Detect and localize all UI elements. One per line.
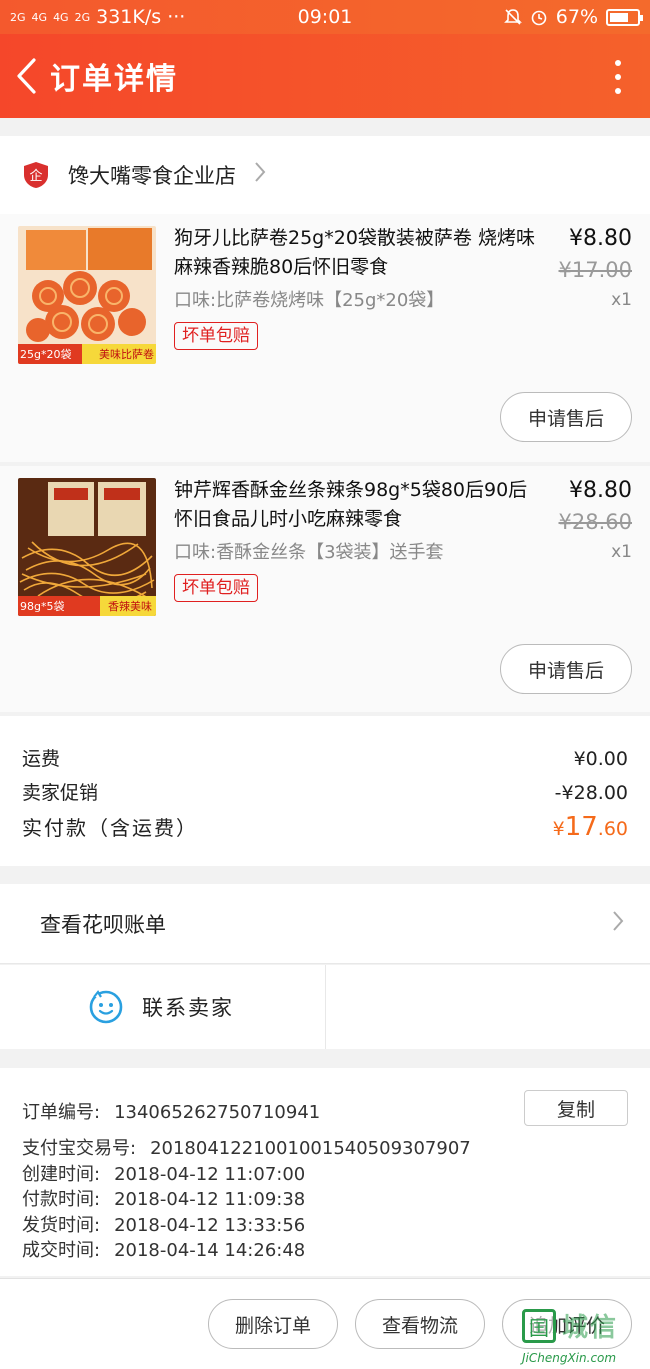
image-caption: 美味比萨卷 bbox=[99, 348, 154, 361]
promo-row: 卖家促销 -¥28.00 bbox=[22, 778, 628, 805]
guarantee-badge: 坏单包赔 bbox=[174, 574, 258, 602]
battery-icon bbox=[606, 8, 643, 26]
paid-time-row: 付款时间: 2018-04-12 11:09:38 bbox=[22, 1185, 305, 1211]
more-dot-icon bbox=[615, 60, 621, 66]
order-number-row: 订单编号: 134065262750710941 bbox=[22, 1098, 320, 1124]
total-integer: 17 bbox=[564, 812, 598, 842]
closed-time: 2018-04-14 14:26:48 bbox=[114, 1240, 306, 1261]
image-caption: 98g*5袋 bbox=[20, 600, 65, 613]
shipped-time: 2018-04-12 13:33:56 bbox=[114, 1215, 306, 1236]
chevron-right-icon bbox=[254, 161, 266, 189]
item-quantity: x1 bbox=[611, 542, 632, 562]
signal-indicator-2: 4G bbox=[31, 10, 48, 24]
signal-indicator-3: 4G bbox=[53, 10, 69, 24]
product-variant: 口味:香酥金丝条【3袋装】送手套 bbox=[174, 542, 444, 563]
total-currency: ¥ bbox=[552, 818, 565, 840]
image-caption: 香辣美味 bbox=[108, 600, 152, 613]
created-time-label: 创建时间: bbox=[22, 1164, 101, 1185]
svg-text:企: 企 bbox=[29, 168, 42, 184]
more-menu-button[interactable] bbox=[608, 60, 628, 94]
closed-time-label: 成交时间: bbox=[22, 1240, 101, 1261]
contact-seller-label: 联系卖家 bbox=[142, 996, 234, 1020]
alipay-trade-number: 2018041221001001540509307907 bbox=[150, 1138, 471, 1159]
created-time-row: 创建时间: 2018-04-12 11:07:00 bbox=[22, 1160, 305, 1186]
more-dot-icon bbox=[615, 88, 621, 94]
signal-indicator-1: 2G bbox=[10, 10, 26, 24]
net-speed: 331K/s ··· bbox=[96, 6, 186, 28]
contact-bar: 联系卖家 bbox=[0, 965, 650, 1049]
order-number: 134065262750710941 bbox=[114, 1102, 321, 1123]
after-sale-button[interactable]: 申请售后 bbox=[500, 392, 632, 442]
copy-button[interactable]: 复制 bbox=[524, 1090, 628, 1126]
mute-bell-icon bbox=[503, 9, 522, 25]
promo-label: 卖家促销 bbox=[22, 782, 99, 804]
closed-time-row: 成交时间: 2018-04-14 14:26:48 bbox=[22, 1236, 305, 1262]
product-title[interactable]: 钟芹辉香酥金丝条辣条98g*5袋80后90后怀旧食品儿时小吃麻辣零食 bbox=[174, 476, 536, 534]
contact-seller-button[interactable]: 联系卖家 bbox=[0, 965, 326, 1049]
total-row: 实付款（含运费） ¥17.60 bbox=[22, 812, 628, 842]
item-original-price: ¥28.60 bbox=[558, 510, 632, 534]
nav-bar: 订单详情 bbox=[0, 34, 650, 118]
total-label: 实付款（含运费） bbox=[22, 816, 198, 840]
order-item[interactable]: 25g*20袋 美味比萨卷 狗牙儿比萨卷25g*20袋散装被萨卷 烧烤味麻辣香辣… bbox=[0, 214, 650, 462]
product-variant: 口味:比萨卷烧烤味【25g*20袋】 bbox=[174, 290, 445, 311]
signal-indicator-4: 2G bbox=[74, 10, 91, 24]
item-price: ¥8.80 bbox=[569, 478, 632, 503]
back-button[interactable] bbox=[2, 34, 50, 118]
status-bar: 2G 4G 4G 2G 331K/s ··· 09:01 67% bbox=[0, 0, 650, 34]
total-value: ¥17.60 bbox=[553, 812, 628, 842]
alipay-trade-row: 支付宝交易号: 2018041221001001540509307907 bbox=[22, 1134, 471, 1160]
huabei-bill-row[interactable]: 查看花呗账单 bbox=[0, 884, 650, 964]
total-decimal: .60 bbox=[597, 818, 628, 840]
huabei-label: 查看花呗账单 bbox=[40, 912, 166, 937]
watermark-logo: 囯 城信 JiChengXin.com bbox=[518, 1305, 646, 1367]
shipping-value: ¥0.00 bbox=[573, 748, 628, 770]
paid-time: 2018-04-12 11:09:38 bbox=[114, 1189, 306, 1210]
chevron-left-icon bbox=[17, 58, 36, 94]
order-item[interactable]: 98g*5袋 香辣美味 钟芹辉香酥金丝条辣条98g*5袋80后90后怀旧食品儿时… bbox=[0, 466, 650, 712]
promo-value: -¥28.00 bbox=[554, 782, 628, 804]
after-sale-button[interactable]: 申请售后 bbox=[500, 644, 632, 694]
order-number-label: 订单编号: bbox=[22, 1102, 101, 1123]
shipping-row: 运费 ¥0.00 bbox=[22, 744, 628, 771]
shipped-time-label: 发货时间: bbox=[22, 1215, 101, 1236]
watermark-mark-icon: 囯 bbox=[522, 1309, 556, 1343]
product-title[interactable]: 狗牙儿比萨卷25g*20袋散装被萨卷 烧烤味麻辣香辣脆80后怀旧零食 bbox=[174, 224, 536, 282]
item-price: ¥8.80 bbox=[569, 226, 632, 251]
shipping-label: 运费 bbox=[22, 748, 61, 770]
item-quantity: x1 bbox=[611, 290, 632, 310]
status-left: 2G 4G 4G 2G 331K/s ··· bbox=[10, 6, 504, 28]
more-dot-icon bbox=[615, 74, 621, 80]
image-caption: 25g*20袋 bbox=[20, 348, 72, 361]
paid-time-label: 付款时间: bbox=[22, 1189, 101, 1210]
enterprise-shop-icon: 企 bbox=[24, 162, 48, 188]
alarm-icon bbox=[531, 10, 547, 26]
watermark-url: JiChengXin.com bbox=[522, 1351, 617, 1365]
chat-smile-icon bbox=[89, 990, 123, 1024]
created-time: 2018-04-12 11:07:00 bbox=[114, 1164, 306, 1185]
view-logistics-button[interactable]: 查看物流 bbox=[355, 1299, 485, 1349]
delete-order-button[interactable]: 删除订单 bbox=[208, 1299, 338, 1349]
alipay-trade-label: 支付宝交易号: bbox=[22, 1138, 137, 1159]
product-image[interactable]: 98g*5袋 香辣美味 bbox=[18, 478, 156, 616]
shop-name: 馋大嘴零食企业店 bbox=[68, 164, 236, 188]
bottom-action-bar: 删除订单 查看物流 追加评价 囯 城信 JiChengXin.com bbox=[0, 1278, 650, 1369]
shop-row[interactable]: 企 馋大嘴零食企业店 bbox=[0, 136, 650, 214]
fee-summary: 运费 ¥0.00 卖家促销 -¥28.00 实付款（含运费） ¥17.60 bbox=[0, 716, 650, 866]
item-original-price: ¥17.00 bbox=[558, 258, 632, 282]
guarantee-badge: 坏单包赔 bbox=[174, 322, 258, 350]
watermark-text: 城信 bbox=[562, 1313, 619, 1343]
product-image[interactable]: 25g*20袋 美味比萨卷 bbox=[18, 226, 156, 364]
chevron-right-icon bbox=[612, 910, 624, 938]
order-info: 订单编号: 134065262750710941 复制 支付宝交易号: 201804… bbox=[0, 1068, 650, 1276]
status-right: 67% bbox=[503, 6, 643, 28]
page-title: 订单详情 bbox=[50, 62, 178, 97]
battery-percent: 67% bbox=[555, 6, 598, 28]
shipped-time-row: 发货时间: 2018-04-12 13:33:56 bbox=[22, 1211, 305, 1237]
